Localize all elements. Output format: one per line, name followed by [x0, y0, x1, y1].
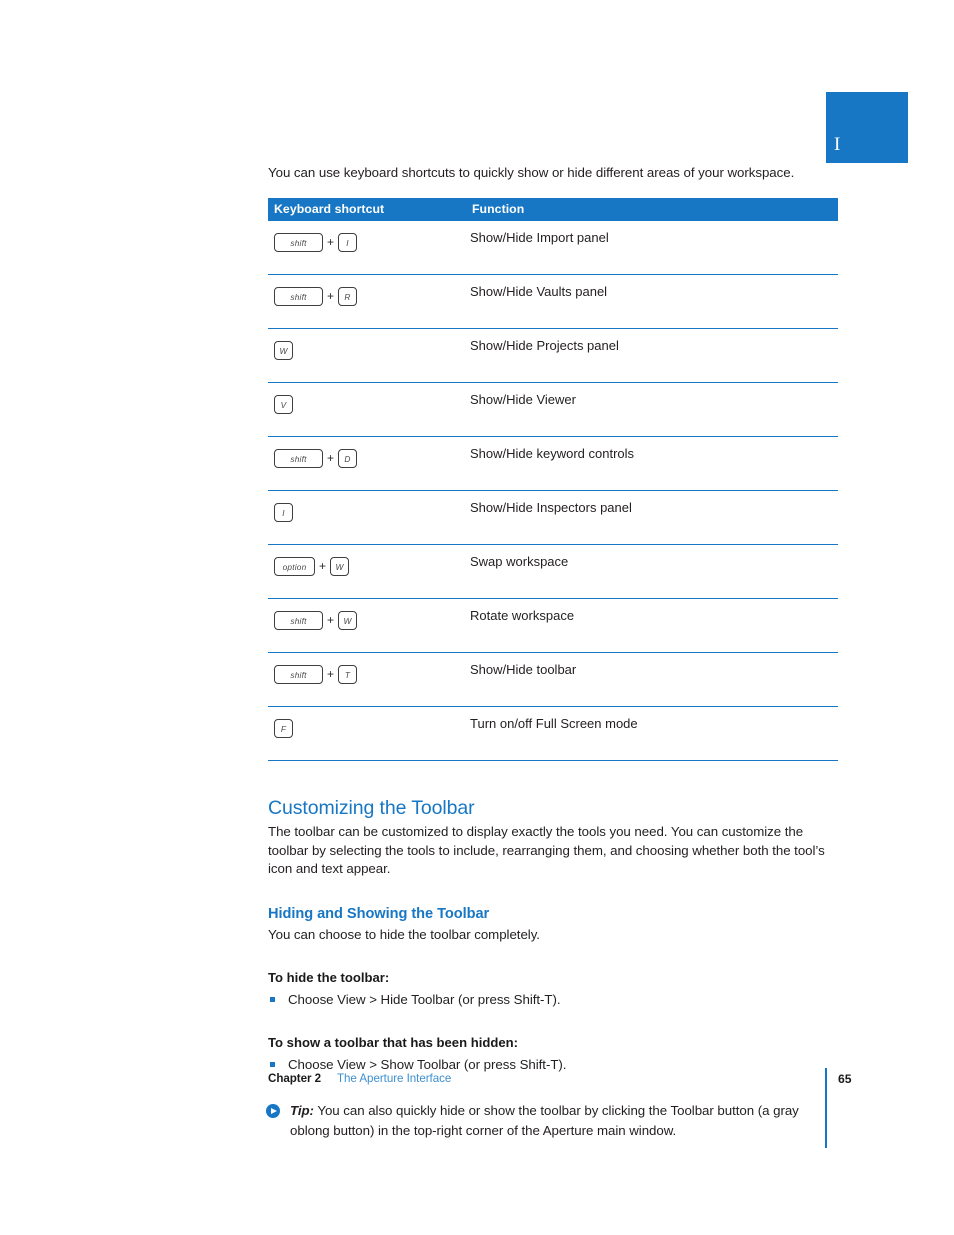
- function-cell: Show/Hide keyword controls: [470, 446, 635, 461]
- keycap-shift: shift: [274, 233, 323, 252]
- column-header-shortcut: Keyboard shortcut: [268, 198, 466, 221]
- subsection-paragraph: You can choose to hide the toolbar compl…: [268, 926, 540, 942]
- key-combination: shift + T: [274, 664, 466, 685]
- section-heading: Customizing the Toolbar: [268, 797, 475, 819]
- table-body: shift + I Show/Hide Import panel shift + R Show…: [268, 221, 838, 761]
- key-combination: option + W: [274, 556, 466, 577]
- shortcut-cell: W: [268, 329, 466, 383]
- function-cell: Show/Hide Projects panel: [470, 338, 619, 353]
- footer-chapter-title: The Aperture Interface: [337, 1072, 452, 1085]
- task-heading-show: To show a toolbar that has been hidden:: [268, 1035, 519, 1051]
- shortcut-cell: shift + I: [268, 221, 466, 275]
- table-row: shift + T Show/Hide toolbar: [268, 653, 838, 707]
- shortcut-cell: shift + W: [268, 599, 466, 653]
- table-row: V Show/Hide Viewer: [268, 383, 838, 437]
- table-row: shift + I Show/Hide Import panel: [268, 221, 838, 275]
- keycap-letter: T: [338, 665, 358, 684]
- shortcut-cell: I: [268, 491, 466, 545]
- table-header-row: Keyboard shortcut Function: [268, 198, 838, 221]
- function-cell: Turn on/off Full Screen mode: [470, 716, 638, 731]
- key-plus-symbol: +: [327, 289, 335, 303]
- chapter-tab-numeral: I: [834, 134, 841, 155]
- shortcut-cell: F: [268, 707, 466, 761]
- function-cell: Show/Hide Inspectors panel: [470, 500, 632, 515]
- intro-paragraph: You can use keyboard shortcuts to quickl…: [268, 165, 795, 180]
- key-combination: I: [274, 502, 466, 523]
- chapter-tab: I: [826, 92, 908, 163]
- key-plus-symbol: +: [319, 559, 327, 573]
- table-row: W Show/Hide Projects panel: [268, 329, 838, 383]
- task-step-show-text: Choose View > Show Toolbar (or press Shi…: [288, 1057, 567, 1073]
- page-content: You can use keyboard shortcuts to quickl…: [266, 163, 838, 1140]
- task-step-hide-text: Choose View > Hide Toolbar (or press Shi…: [288, 992, 561, 1008]
- key-combination: shift + R: [274, 286, 466, 307]
- keycap-letter: F: [274, 719, 293, 738]
- shortcut-cell: V: [268, 383, 466, 437]
- key-combination: W: [274, 340, 466, 361]
- function-cell: Show/Hide toolbar: [470, 662, 577, 677]
- keycap-shift: shift: [274, 611, 323, 630]
- shortcut-cell: shift + R: [268, 275, 466, 329]
- key-plus-symbol: +: [327, 235, 335, 249]
- table-row: option + W Swap workspace: [268, 545, 838, 599]
- function-cell: Rotate workspace: [470, 608, 575, 623]
- task-heading-hide: To hide the toolbar:: [268, 970, 390, 986]
- table-row: shift + R Show/Hide Vaults panel: [268, 275, 838, 329]
- key-plus-symbol: +: [327, 451, 335, 465]
- shortcut-cell: shift + T: [268, 653, 466, 707]
- key-plus-symbol: +: [327, 613, 335, 627]
- key-combination: F: [274, 718, 466, 739]
- keycap-letter: W: [274, 341, 293, 360]
- footer-page-number: 65: [838, 1072, 852, 1086]
- keycap-letter: W: [330, 557, 350, 576]
- keycap-shift: shift: [274, 287, 323, 306]
- keycap-letter: V: [274, 395, 293, 414]
- keycap-option: option: [274, 557, 315, 576]
- key-combination: V: [274, 394, 466, 415]
- shortcut-cell: option + W: [268, 545, 466, 599]
- function-cell: Show/Hide Import panel: [470, 230, 609, 245]
- table-row: F Turn on/off Full Screen mode: [268, 707, 838, 761]
- keycap-letter: D: [338, 449, 358, 468]
- keycap-letter: I: [338, 233, 358, 252]
- shortcut-cell: shift + D: [268, 437, 466, 491]
- section-paragraph: The toolbar can be customized to display…: [268, 824, 825, 877]
- column-header-function: Function: [466, 198, 838, 221]
- key-combination: shift + I: [274, 232, 466, 253]
- footer-chapter-label: Chapter 2: [268, 1072, 322, 1085]
- key-plus-symbol: +: [327, 667, 335, 681]
- subsection-heading: Hiding and Showing the Toolbar: [268, 905, 490, 922]
- function-cell: Show/Hide Viewer: [470, 392, 576, 407]
- key-combination: shift + D: [274, 448, 466, 469]
- keycap-letter: R: [338, 287, 358, 306]
- keycap-letter: I: [274, 503, 293, 522]
- keycap-shift: shift: [274, 665, 323, 684]
- keyboard-shortcut-table: Keyboard shortcut Function shift + I Show/H…: [268, 198, 838, 761]
- table-row: I Show/Hide Inspectors panel: [268, 491, 838, 545]
- key-combination: shift + W: [274, 610, 466, 631]
- table-row: shift + W Rotate workspace: [268, 599, 838, 653]
- table-row: shift + D Show/Hide keyword controls: [268, 437, 838, 491]
- footer-divider-rule: [825, 1068, 827, 1148]
- page-footer: Chapter 2 The Aperture Interface 65: [268, 1068, 908, 1162]
- table-header: Keyboard shortcut Function: [268, 198, 838, 221]
- keycap-letter: W: [338, 611, 358, 630]
- keycap-shift: shift: [274, 449, 323, 468]
- function-cell: Show/Hide Vaults panel: [470, 284, 608, 299]
- bullet-square-icon: [270, 1062, 275, 1068]
- task-step-hide: Choose View > Hide Toolbar (or press Shi…: [268, 990, 826, 1009]
- bullet-square-icon: [270, 997, 275, 1003]
- function-cell: Swap workspace: [470, 554, 569, 569]
